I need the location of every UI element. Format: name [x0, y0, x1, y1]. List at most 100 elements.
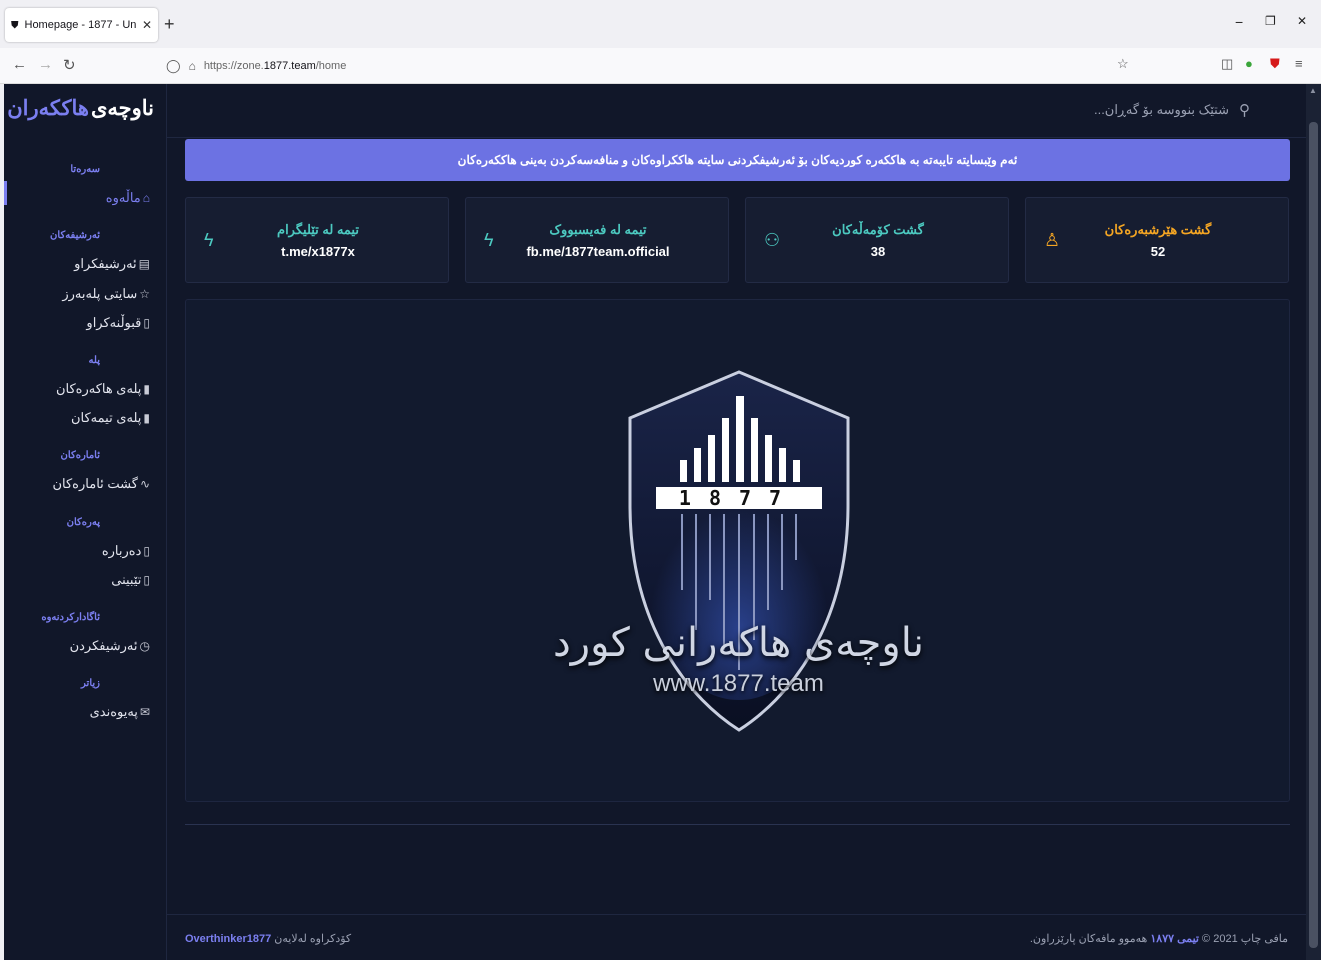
- content-divider: [185, 824, 1290, 825]
- stat-card: ϟ تیمە لە فەیسبووک fb.me/1877team.official: [465, 197, 729, 283]
- mail-icon: ✉: [139, 705, 150, 719]
- stat-card-title: تیمە لە تێلیگرام: [277, 222, 359, 237]
- sidebar-item[interactable]: ☆ سایتی پلەبەرز: [62, 286, 150, 302]
- sidebar-section-title: پلە: [88, 355, 100, 366]
- stat-card: ϟ تیمە لە تێلیگرام t.me/x1877x: [185, 197, 449, 283]
- stat-card-title: تیمە لە فەیسبووک: [549, 222, 647, 237]
- browser-window: ⛊ Homepage - 1877 - Unrestricte ✕ + − ❐ …: [0, 0, 1321, 960]
- stat-card: ♙ گشت هێرشبەرەکان 52: [1025, 197, 1289, 283]
- top-bar: ⚲ شتێک بنووسە بۆ گەڕان...: [167, 84, 1306, 138]
- search-box[interactable]: ⚲ شتێک بنووسە بۆ گەڕان...: [1094, 101, 1250, 119]
- sidebar-section-title: ئەرشیفەکان: [50, 230, 100, 241]
- active-indicator: [4, 181, 7, 205]
- sidebar-item-label: پەیوەندی: [89, 704, 138, 719]
- brand-logo[interactable]: ناوچەی هاککەران ≡: [4, 96, 154, 121]
- menu-icon[interactable]: ≡: [1295, 56, 1303, 71]
- lock-icon[interactable]: ⌂: [189, 59, 196, 73]
- sidebar-item[interactable]: ▮ پلەی هاکەرەکان: [56, 381, 150, 397]
- team-logo-shield: [628, 370, 850, 732]
- search-input[interactable]: شتێک بنووسە بۆ گەڕان...: [1094, 102, 1229, 118]
- sidebar-section-title: ئاگاداركردنەوە: [41, 612, 100, 623]
- web-page: ناوچەی هاککەران ≡ سەرەتا ⌂ماڵەوە ئەرشیفەکا…: [4, 84, 1306, 960]
- logo-number: 1877: [678, 486, 800, 510]
- minimize-button[interactable]: −: [1235, 14, 1243, 30]
- stat-card-value[interactable]: fb.me/1877team.official: [466, 244, 730, 259]
- sidebar-item[interactable]: ▤ ئەرشیفکراو: [74, 256, 150, 272]
- announcement-banner: ئەم وێبسایتە تایبەتە بە هاککەرە کوردیەکا…: [185, 139, 1290, 181]
- page-scrollbar[interactable]: ▲: [1306, 84, 1321, 960]
- copyright-suffix: هەموو مافەکان پارێزراون.: [1029, 933, 1148, 945]
- restore-button[interactable]: ❐: [1265, 14, 1276, 28]
- search-icon[interactable]: ⚲: [1239, 101, 1250, 119]
- stats-cards: ϟ تیمە لە تێلیگرام t.me/x1877x ϟ تیمە لە فەی…: [185, 197, 1290, 283]
- copyright-text: مافی چاپ 2021 ©: [1202, 933, 1288, 945]
- tracking-shield-icon[interactable]: ◯: [166, 58, 181, 74]
- brand-primary: ناوچەی: [90, 97, 154, 120]
- sidebar-item[interactable]: ▮ پلەی تیمەکان: [71, 410, 150, 426]
- scroll-up-icon[interactable]: ▲: [1309, 86, 1317, 95]
- sidebar-section-title: ئامارەکان: [60, 450, 100, 461]
- sidebar-item-label: ئەرشیفکردن: [69, 638, 138, 653]
- copyright-team-link[interactable]: تیمی ١٨٧٧: [1150, 933, 1199, 945]
- sidebar-section-title: زیاتر: [81, 678, 100, 689]
- stat-card-value[interactable]: t.me/x1877x: [186, 244, 450, 259]
- clock-icon: ◷: [139, 639, 150, 653]
- activity-icon: ∿: [139, 477, 150, 491]
- sidebar-section-title: سەرەتا: [70, 164, 100, 175]
- stat-card-value: 52: [1150, 244, 1166, 259]
- sidebar-item-label: پلەی هاکەرەکان: [55, 381, 142, 396]
- sidebar-item[interactable]: ▯ تێبینی: [111, 572, 150, 588]
- sidebar-item[interactable]: ◷ ئەرشیفکردن: [70, 638, 150, 654]
- forward-icon[interactable]: →: [38, 56, 53, 73]
- browser-tab[interactable]: ⛊ Homepage - 1877 - Unrestricte ✕: [5, 8, 158, 42]
- back-icon[interactable]: ←: [12, 56, 27, 73]
- sidebar-item[interactable]: ▯ دەربارە: [102, 543, 150, 559]
- bar-chart-icon: ▮: [143, 411, 150, 425]
- pocket-icon[interactable]: ◫: [1221, 56, 1233, 72]
- sidebar-item[interactable]: ▯ قبوڵنەکراو: [86, 315, 150, 331]
- sidebar-section-title: پەرەکان: [66, 517, 100, 528]
- stat-card-value: 38: [870, 244, 886, 259]
- sidebar: ناوچەی هاککەران ≡ سەرەتا ⌂ماڵەوە ئەرشیفەکا…: [4, 84, 167, 960]
- stat-card-title: گشت هێرشبەرەکان: [1104, 222, 1212, 237]
- tab-bar: ⛊ Homepage - 1877 - Unrestricte ✕ + − ❐ …: [0, 0, 1321, 48]
- sidebar-item[interactable]: ✉ پەیوەندی: [90, 704, 150, 720]
- reload-icon[interactable]: ↻: [63, 56, 76, 74]
- shield-favicon-icon: ⛊: [11, 19, 19, 31]
- bookmark-star-icon[interactable]: ☆: [1117, 56, 1129, 72]
- close-window-button[interactable]: ✕: [1297, 14, 1307, 28]
- logo-panel: 1877 ناوچەی هاکەرانی کورد www.1877.team: [185, 299, 1290, 802]
- sidebar-item[interactable]: ∿ گشت ئامارەکان: [52, 476, 150, 492]
- tab-title: Homepage - 1877 - Unrestricte: [24, 19, 136, 31]
- footer-copyright: مافی چاپ 2021 © تیمی ١٨٧٧ هەموو مافەکان …: [1030, 932, 1288, 945]
- extension-icon[interactable]: ●: [1245, 56, 1253, 71]
- sidebar-item-label: پلەی تیمەکان: [70, 410, 142, 425]
- file-icon: ▯: [143, 544, 150, 558]
- url-text: https://zone.1877.team/home: [203, 60, 347, 72]
- brand-secondary: هاککەران: [7, 97, 89, 120]
- bookmark-icon: ▯: [143, 316, 150, 330]
- sidebar-item-label: ماڵەوە: [105, 190, 141, 205]
- scrollbar-thumb[interactable]: [1309, 122, 1318, 948]
- archive-icon: ▤: [138, 257, 150, 271]
- sidebar-item-label: سایتی پلەبەرز: [62, 286, 138, 301]
- ublock-icon[interactable]: ⛊: [1270, 56, 1280, 72]
- stat-card-title: گشت کۆمەڵەکان: [832, 222, 924, 237]
- tab-close-icon[interactable]: ✕: [142, 18, 152, 32]
- footer-author-link[interactable]: Overthinker1877: [185, 933, 271, 945]
- footer-credit: کۆدکراوە لەلایەن Overthinker1877: [185, 932, 351, 945]
- sidebar-item[interactable]: ⌂ ماڵەوە: [106, 190, 150, 206]
- logo-url: www.1877.team: [653, 670, 824, 697]
- file-icon: ▯: [143, 573, 150, 587]
- footer: کۆدکراوە لەلایەن Overthinker1877 مافی چا…: [167, 914, 1306, 960]
- home-icon: ⌂: [142, 191, 150, 205]
- stat-card: ⚇ گشت کۆمەڵەکان 38: [745, 197, 1009, 283]
- sidebar-item-label: قبوڵنەکراو: [86, 315, 142, 330]
- sidebar-item-label: گشت ئامارەکان: [52, 476, 138, 491]
- new-tab-button[interactable]: +: [164, 14, 175, 35]
- star-icon: ☆: [139, 287, 150, 301]
- logo-title: ناوچەی هاکەرانی کورد: [552, 620, 925, 666]
- address-bar[interactable]: ◯ ⌂ https://zone.1877.team/home: [166, 52, 1126, 80]
- navigation-bar: ← → ↻ ◯ ⌂ https://zone.1877.team/home ☆ …: [0, 48, 1321, 84]
- bar-chart-icon: ▮: [143, 382, 150, 396]
